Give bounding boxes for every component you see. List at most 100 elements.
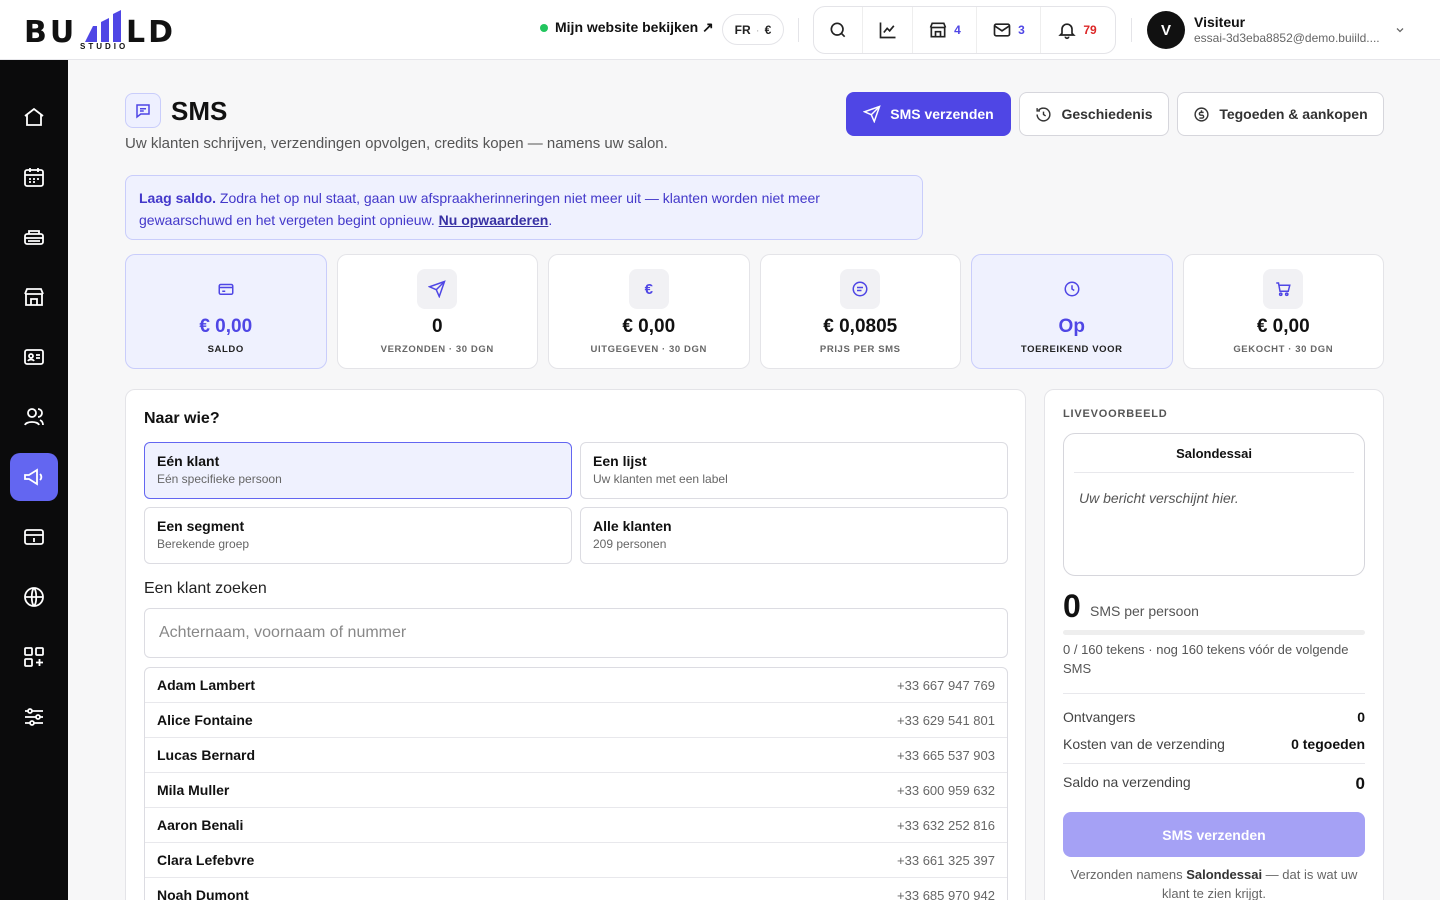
user-menu[interactable]: V Visiteur essai-3d3eba8852@demo.buiild.…	[1147, 11, 1380, 49]
sender-note-pre: Verzonden namens	[1070, 867, 1187, 882]
client-row[interactable]: Noah Dumont +33 685 970 942	[145, 878, 1007, 900]
client-phone: +33 661 325 397	[897, 852, 995, 868]
client-row[interactable]: Alice Fontaine +33 629 541 801	[145, 703, 1007, 738]
divider	[798, 18, 799, 42]
notifications-button[interactable]: 79	[1040, 7, 1113, 53]
sidebar-item-store[interactable]	[10, 273, 58, 321]
sidebar-item-calendar[interactable]	[10, 153, 58, 201]
recipients-summary-value: 0	[1357, 709, 1365, 725]
sidebar-item-clients[interactable]	[10, 393, 58, 441]
logo-subtitle: STUDIO	[80, 42, 129, 51]
coin-icon	[1194, 106, 1209, 122]
client-name: Lucas Bernard	[157, 747, 256, 763]
analytics-button[interactable]	[862, 7, 912, 53]
sidebar-item-services[interactable]	[10, 213, 58, 261]
logo[interactable]: BU LD STUDIO	[24, 8, 184, 52]
sidebar-item-website[interactable]	[10, 573, 58, 621]
recipients-heading: Naar wie?	[144, 410, 220, 427]
history-label: Geschiedenis	[1061, 106, 1153, 122]
option-title: Een lijst	[593, 453, 647, 469]
stat-label: TOEREIKEND VOOR	[1020, 344, 1123, 355]
search-button[interactable]	[814, 7, 862, 53]
separator-dot: ·	[755, 22, 760, 37]
option-subtitle: Berekende groep	[157, 537, 250, 551]
client-list: Adam Lambert +33 667 947 769 Alice Fontai…	[144, 667, 1008, 900]
client-name: Clara Lefebvre	[157, 852, 255, 868]
chevron-down-icon[interactable]	[1394, 24, 1406, 36]
recipients-card: Naar wie? Eén klant Eén specifieke perso…	[125, 389, 1026, 900]
credits-purchases-label: Tegoeden & aankopen	[1219, 106, 1368, 122]
currency-label: €	[764, 22, 772, 37]
client-row[interactable]: Aaron Benali +33 632 252 816	[145, 808, 1007, 843]
stat-value: € 0,00	[1256, 316, 1310, 337]
client-phone: +33 600 959 632	[897, 782, 995, 798]
client-phone: +33 632 252 816	[897, 817, 995, 833]
credits-purchases-button[interactable]: Tegoeden & aankopen	[1177, 92, 1384, 136]
sender-note-name: Salondessai	[1186, 867, 1263, 882]
client-search-input[interactable]	[144, 608, 1008, 658]
cart-icon	[1276, 282, 1291, 297]
client-row[interactable]: Clara Lefebvre +33 661 325 397	[145, 843, 1007, 878]
cost-summary-value: 0 tegoeden	[1291, 736, 1365, 752]
megaphone-icon	[24, 468, 43, 486]
send-sms-submit-button[interactable]: SMS verzenden	[1063, 812, 1365, 857]
send-sms-button[interactable]: SMS verzenden	[846, 92, 1011, 136]
option-all-clients[interactable]: Alle klanten 209 personen	[580, 507, 1008, 564]
clock-icon	[1064, 281, 1080, 297]
user-email: essai-3d3eba8852@demo.buiild....	[1194, 31, 1380, 45]
sidebar-item-contacts[interactable]	[10, 333, 58, 381]
low-balance-alert: Laag saldo. Zodra het op nul staat, gaan…	[125, 175, 923, 240]
history-button[interactable]: Geschiedenis	[1019, 92, 1169, 136]
top-bar: BU LD STUDIO Mijn website bekijken ↗ FR …	[0, 0, 1440, 60]
option-segment[interactable]: Een segment Berekende groep	[144, 507, 572, 564]
option-title: Een segment	[157, 518, 245, 534]
stat-value: € 0,0805	[823, 316, 898, 337]
stat-icon-wrap	[1052, 269, 1092, 309]
messages-button[interactable]: 3	[976, 7, 1040, 53]
send-sms-label: SMS verzenden	[890, 106, 994, 122]
sms-preview-placeholder: Uw bericht verschijnt hier.	[1079, 490, 1239, 506]
client-row[interactable]: Mila Muller +33 600 959 632	[145, 773, 1007, 808]
client-row[interactable]: Adam Lambert +33 667 947 769	[145, 668, 1007, 703]
message-icon	[136, 103, 150, 119]
option-list[interactable]: Een lijst Uw klanten met een label	[580, 442, 1008, 499]
stat-card-sufficient: Op TOEREIKEND VOOR	[971, 254, 1173, 369]
cost-summary-label: Kosten van de verzending	[1063, 736, 1225, 752]
page-title: SMS	[171, 96, 228, 126]
option-title: Eén klant	[157, 453, 220, 469]
client-name: Adam Lambert	[157, 677, 256, 693]
stat-card-balance: € 0,00 SALDO	[125, 254, 327, 369]
services-icon	[24, 230, 44, 245]
language-currency-switch[interactable]: FR · €	[722, 14, 784, 45]
sidebar-item-home[interactable]	[10, 93, 58, 141]
shop-button[interactable]: 4	[912, 7, 976, 53]
stat-card-sent: 0 VERZONDEN · 30 DGN	[336, 254, 538, 369]
option-subtitle: Eén specifieke persoon	[157, 472, 282, 486]
stat-value: Op	[1058, 316, 1085, 337]
sidebar-item-settings[interactable]	[10, 693, 58, 741]
stat-card-price: € 0,0805 PRIJS PER SMS	[759, 254, 961, 369]
client-name: Noah Dumont	[157, 887, 249, 900]
sidebar-item-marketing[interactable]	[10, 453, 58, 501]
divider	[1063, 763, 1365, 764]
stat-label: VERZONDEN · 30 DGN	[380, 344, 494, 355]
mail-icon	[993, 23, 1011, 37]
sidebar-item-payments[interactable]	[10, 513, 58, 561]
sms-count: 0	[1063, 588, 1081, 624]
sidebar	[0, 60, 68, 900]
option-subtitle: 209 personen	[593, 537, 667, 551]
client-row[interactable]: Lucas Bernard +33 665 537 903	[145, 738, 1007, 773]
alert-title: Laag saldo.	[139, 190, 217, 206]
settings-sliders-icon	[25, 708, 43, 726]
client-phone: +33 667 947 769	[897, 677, 995, 693]
payments-icon	[24, 529, 44, 545]
sidebar-item-apps[interactable]	[10, 633, 58, 681]
stat-icon-wrap	[206, 269, 246, 309]
option-one-client[interactable]: Eén klant Eén specifieke persoon	[144, 442, 572, 499]
stat-value: € 0,00	[622, 316, 676, 337]
contact-card-icon	[24, 349, 44, 365]
sms-count-label: SMS per persoon	[1090, 603, 1199, 619]
globe-icon	[24, 587, 44, 607]
top-up-link[interactable]: Nu opwaarderen	[439, 212, 549, 228]
view-website-link[interactable]: Mijn website bekijken ↗	[540, 19, 714, 36]
